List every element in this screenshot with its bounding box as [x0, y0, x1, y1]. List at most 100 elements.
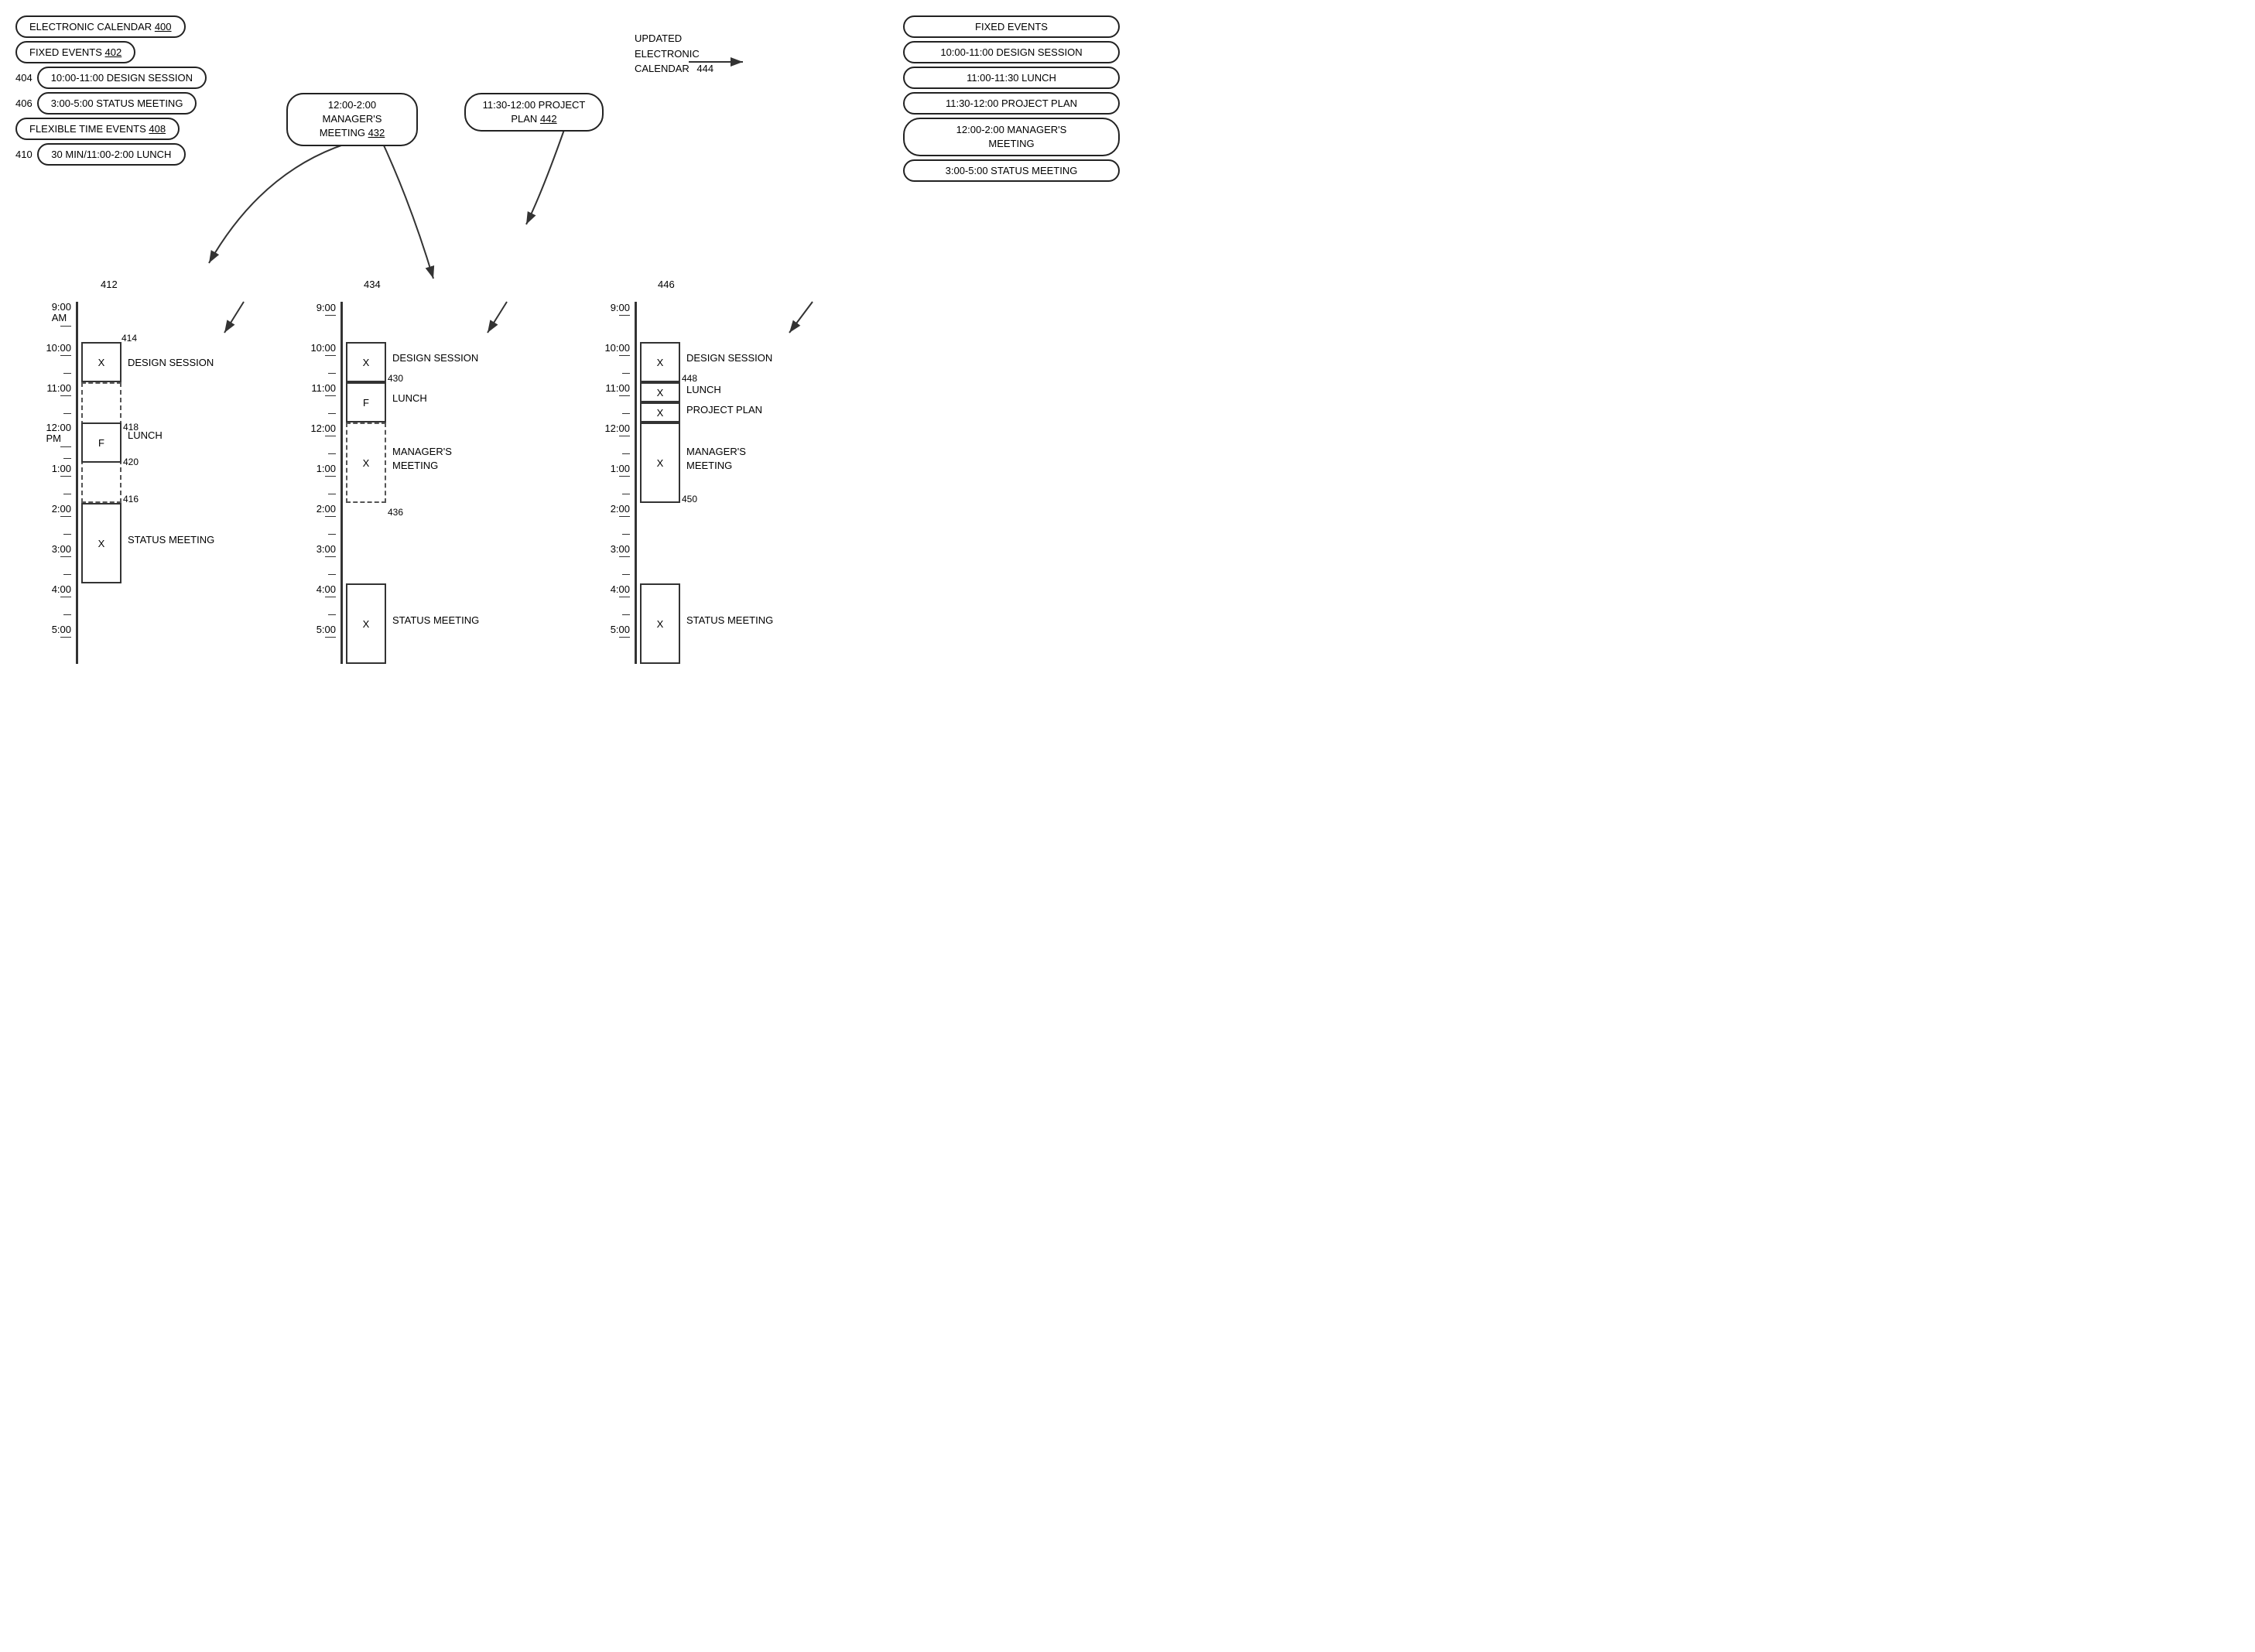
cal2-time-3: 3:00 — [294, 543, 340, 583]
ref-420: 420 — [123, 457, 139, 467]
cal2-managers-label: MANAGER'SMEETING — [392, 445, 452, 473]
cal3-project-block: X — [640, 402, 680, 422]
fixed-events-ref: 402 — [105, 46, 122, 58]
left-panel: ELECTRONIC CALENDAR 400 FIXED EVENTS 402… — [15, 15, 186, 166]
ref-416: 416 — [123, 494, 139, 504]
right-fixed-events-label: FIXED EVENTS — [975, 21, 1048, 32]
cal3-managers-block: X — [640, 422, 680, 503]
cal3-ref-448: 448 — [682, 373, 697, 384]
cal1-status-label: STATUS MEETING — [128, 534, 214, 546]
right-panel: FIXED EVENTS 10:00-11:00 DESIGN SESSION … — [903, 15, 1120, 182]
calendar-2: 434 9:00 10:00 11:00 — [294, 302, 516, 664]
cal1-status-block: X — [81, 503, 121, 583]
cal1-ref: 412 — [101, 279, 118, 290]
cal3-lunch-label: LUNCH — [686, 384, 721, 395]
cal2-time-12: 12:00 — [294, 422, 340, 463]
cal3-project-label: PROJECT PLAN — [686, 404, 762, 416]
cal3-managers-label: MANAGER'SMEETING — [686, 445, 746, 473]
ref-414: 414 — [121, 333, 137, 344]
right-item4-label: 12:00-2:00 MANAGER'SMEETING — [956, 124, 1067, 149]
time-slot-12: 12:00PM — [23, 422, 76, 463]
flexible-events-pill: FLEXIBLE TIME EVENTS 408 — [15, 118, 180, 140]
right-item2-pill: 11:00-11:30 LUNCH — [903, 67, 1120, 89]
cal3-events: X DESIGN SESSION X LUNCH 448 X PROJECT P… — [640, 302, 833, 664]
status-meeting-pill: 3:00-5:00 STATUS MEETING — [37, 92, 197, 115]
cal2-status-block: X — [346, 583, 386, 664]
cal1-lunch-block: F — [81, 422, 121, 463]
cal2-status-label: STATUS MEETING — [392, 614, 479, 626]
project-plan-label: 11:30-12:00 PROJECTPLAN — [483, 99, 586, 125]
time-slot-2: 2:00 — [23, 503, 76, 543]
project-plan-pill: 11:30-12:00 PROJECTPLAN 442 — [464, 93, 604, 132]
time-slot-1: 1:00 — [23, 463, 76, 503]
cal2-design-block: X — [346, 342, 386, 382]
cal2-time-1: 1:00 — [294, 463, 340, 503]
flexible-events-label: FLEXIBLE TIME EVENTS — [29, 123, 146, 135]
ref-406: 406 — [15, 97, 33, 109]
time-slot-5: 5:00 — [23, 624, 76, 664]
cal2-events: X DESIGN SESSION F LUNCH 430 X MANAGER'S… — [346, 302, 516, 664]
cal2-managers-block: X — [346, 422, 386, 503]
calendar-1: 412 9:00AM 10:00 11:00 — [23, 302, 252, 664]
cal2-time-2: 2:00 — [294, 503, 340, 543]
flexible-events-ref: 408 — [149, 123, 166, 135]
cal3-lunch-block: X — [640, 382, 680, 402]
cal2-time-5: 5:00 — [294, 624, 340, 664]
right-item1-label: 10:00-11:00 DESIGN SESSION — [940, 46, 1082, 58]
cal2-time-4: 4:00 — [294, 583, 340, 624]
project-plan-area: 11:30-12:00 PROJECTPLAN 442 — [464, 93, 604, 132]
fixed-events-pill: FIXED EVENTS 402 — [15, 41, 135, 63]
cal1-events: X DESIGN SESSION 414 420 F LUNCH 418 X S… — [81, 302, 252, 664]
electronic-calendar-ref: 400 — [155, 21, 172, 32]
managers-meeting-pill: 12:00-2:00 MANAGER'SMEETING 432 — [286, 93, 418, 146]
time-slot-3: 3:00 — [23, 543, 76, 583]
lunch-pill: 30 MIN/11:00-2:00 LUNCH — [37, 143, 186, 166]
right-fixed-events-pill: FIXED EVENTS — [903, 15, 1120, 38]
cal1-timeline — [76, 302, 78, 664]
cal2-timeline — [340, 302, 343, 664]
cal3-design-label: DESIGN SESSION — [686, 352, 772, 364]
right-item3-pill: 11:30-12:00 PROJECT PLAN — [903, 92, 1120, 115]
cal3-timeline — [635, 302, 637, 664]
cal2-design-label: DESIGN SESSION — [392, 352, 478, 364]
ref-404: 404 — [15, 72, 33, 84]
time-slot-4: 4:00 — [23, 583, 76, 624]
time-slot-10: 10:00 — [23, 342, 76, 382]
managers-meeting-ref: 432 — [368, 127, 385, 139]
fixed-events-label: FIXED EVENTS — [29, 46, 102, 58]
status-meeting-label: 3:00-5:00 STATUS MEETING — [51, 97, 183, 109]
right-item2-label: 11:00-11:30 LUNCH — [967, 72, 1056, 84]
electronic-calendar-pill: ELECTRONIC CALENDAR 400 — [15, 15, 186, 38]
cal2-ref-430: 430 — [388, 373, 403, 384]
right-item4-pill: 12:00-2:00 MANAGER'SMEETING — [903, 118, 1120, 156]
cal3-ref-450: 450 — [682, 494, 697, 504]
cal2-time-9: 9:00 — [294, 302, 340, 342]
right-item5-label: 3:00-5:00 STATUS MEETING — [946, 165, 1078, 176]
design-session-pill: 10:00-11:00 DESIGN SESSION — [37, 67, 207, 89]
updated-ref: 444 — [696, 63, 713, 74]
cal3-status-label: STATUS MEETING — [686, 614, 773, 626]
design-session-label: 10:00-11:00 DESIGN SESSION — [51, 72, 193, 84]
cal2-time-column: 9:00 10:00 11:00 12:00 — [294, 302, 340, 664]
cal3-time-column: 9:00 10:00 11:00 12:00 — [588, 302, 635, 664]
right-item5-pill: 3:00-5:00 STATUS MEETING — [903, 159, 1120, 182]
updated-calendar-label: UPDATEDELECTRONICCALENDAR 444 — [635, 31, 713, 77]
right-item1-pill: 10:00-11:00 DESIGN SESSION — [903, 41, 1120, 63]
cal3-status-block: X — [640, 583, 680, 664]
cal2-time-11: 11:00 — [294, 382, 340, 422]
cal1-time-column: 9:00AM 10:00 11:00 12:00PM — [23, 302, 76, 664]
cal2-time-10: 10:00 — [294, 342, 340, 382]
electronic-calendar-label: ELECTRONIC CALENDAR — [29, 21, 152, 32]
managers-meeting-area: 12:00-2:00 MANAGER'SMEETING 432 — [286, 93, 418, 146]
time-slot-9am: 9:00AM — [23, 302, 76, 342]
cal1-design-session-label: DESIGN SESSION — [128, 342, 214, 382]
cal2-lunch-label: LUNCH — [392, 392, 427, 404]
lunch-label: 30 MIN/11:00-2:00 LUNCH — [51, 149, 171, 160]
time-slot-11: 11:00 — [23, 382, 76, 422]
cal1-design-session-block: X — [81, 342, 121, 382]
cal2-ref-436: 436 — [388, 507, 403, 518]
right-item3-label: 11:30-12:00 PROJECT PLAN — [946, 97, 1077, 109]
calendar-3: 446 9:00 10:00 11:00 — [588, 302, 833, 664]
diagram-container: ELECTRONIC CALENDAR 400 FIXED EVENTS 402… — [0, 0, 1128, 826]
project-plan-ref: 442 — [540, 113, 557, 125]
